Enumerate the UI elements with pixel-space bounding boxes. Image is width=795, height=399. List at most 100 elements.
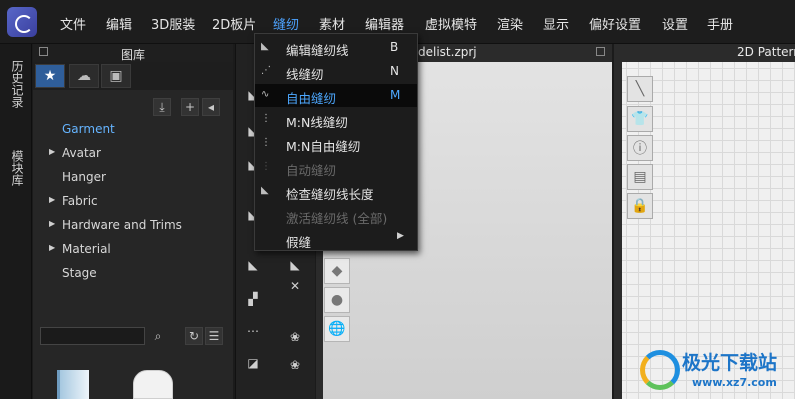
menu-item-label: 编辑缝纫线 (286, 43, 349, 58)
undock-icon[interactable] (596, 47, 605, 56)
tree-item-fabric[interactable]: ▶ Fabric (33, 192, 233, 212)
refresh-icon[interactable]: ↻ (185, 327, 203, 345)
library-title: 图库 (120, 48, 145, 62)
button-tool-icon[interactable]: ❀ (284, 356, 306, 374)
menu-materials[interactable]: 素材 (319, 14, 345, 33)
sewing-dropdown-menu: ◣ 编辑缝纫线 B ⋰ 线缝纫 N ∿ 自由缝纫 M ⋮ M:N线缝纫 ⋮ M:… (254, 33, 418, 251)
tree-item-label: Garment (62, 122, 115, 136)
watermark-logo-icon (640, 350, 680, 390)
seam-points-icon[interactable]: ⋯ (242, 322, 264, 340)
library-title-bar: 图库 (33, 44, 233, 62)
tree-item-label: Hanger (62, 170, 106, 184)
menu-item-free-sewing[interactable]: ∿ 自由缝纫 M (255, 84, 417, 107)
menu-item-label: 激活缝纫线 (全部) (286, 211, 388, 226)
watermark: 极光下载站 www.xz7.com (640, 346, 790, 396)
tool-icon[interactable]: ◣ (284, 256, 306, 274)
library-toolbar: ⤓ + ◂ (33, 96, 233, 120)
lock-icon[interactable]: 🔒 (627, 193, 653, 219)
menu-item-mn-segment-sewing[interactable]: ⋮ M:N线缝纫 (255, 108, 417, 131)
shirt-visibility-icon[interactable]: 👕 (627, 106, 653, 132)
menu-item-label: 线缝纫 (286, 67, 324, 82)
mn-segment-sewing-icon: ⋮ (261, 113, 271, 124)
watermark-url: www.xz7.com (692, 376, 777, 389)
info-icon[interactable]: ⓘ (627, 135, 653, 161)
tree-item-stage[interactable]: Stage (33, 264, 233, 284)
menu-item-tack[interactable]: 假缝 ▶ (255, 228, 417, 251)
segment-sewing-icon: ⋰ (261, 65, 271, 76)
list-view-icon[interactable]: ☰ (205, 327, 223, 345)
menu-item-auto-sewing: ⋮ 自动缝纫 (255, 156, 417, 179)
menu-item-check-seam-length[interactable]: ◣ 检查缝纫线长度 (255, 180, 417, 203)
menu-item-segment-sewing[interactable]: ⋰ 线缝纫 N (255, 60, 417, 83)
menu-editor[interactable]: 编辑器 (365, 14, 404, 33)
menu-item-edit-seam[interactable]: ◣ 编辑缝纫线 B (255, 36, 417, 59)
pattern-title: 2D Pattern (737, 45, 795, 59)
menu-item-label: M:N线缝纫 (286, 115, 348, 130)
menu-item-mn-free-sewing[interactable]: ⋮ M:N自由缝纫 (255, 132, 417, 155)
menu-file[interactable]: 文件 (60, 14, 86, 33)
add-icon[interactable]: + (181, 98, 199, 116)
tree-item-label: Hardware and Trims (62, 218, 182, 232)
expand-arrow-icon[interactable]: ▶ (49, 219, 55, 228)
fold-tool-icon[interactable]: ✕ (284, 277, 306, 295)
submenu-arrow-icon: ▶ (397, 231, 404, 241)
menu-sewing[interactable]: 缝纫 (273, 14, 299, 33)
fabric-visibility-icon[interactable]: ▤ (627, 164, 653, 190)
needle-tool-icon[interactable]: ╲ (627, 76, 653, 102)
menu-item-label: 自由缝纫 (286, 91, 337, 106)
pattern-left-bar (614, 62, 622, 399)
back-arrow-icon[interactable]: ◂ (202, 98, 220, 116)
expand-arrow-icon[interactable]: ▶ (49, 147, 55, 156)
pattern-piece-icon[interactable]: ▞ (242, 290, 264, 308)
viewport-title: delist.zprj (418, 45, 477, 59)
menu-item-label: 检查缝纫线长度 (286, 187, 374, 202)
sew-tool-icon[interactable]: ◪ (242, 354, 264, 372)
menu-render[interactable]: 渲染 (497, 14, 523, 33)
edit-seam-icon: ◣ (261, 41, 269, 52)
garment-thumbnail[interactable] (133, 370, 173, 399)
search-icon[interactable]: ⌕ (149, 327, 167, 345)
cloud-icon[interactable]: ☁ (69, 64, 99, 88)
tree-item-material[interactable]: ▶ Material (33, 240, 233, 260)
avatar-display-icon[interactable]: ● (324, 287, 350, 313)
watermark-name: 极光下载站 (682, 352, 778, 374)
menu-item-label: 假缝 (286, 235, 312, 250)
menu-item-label: M:N自由缝纫 (286, 139, 361, 154)
globe-icon[interactable]: 🌐 (324, 316, 350, 342)
bag-icon[interactable]: ▣ (101, 64, 131, 88)
library-panel: 图库 ★ ☁ ▣ ⤓ + ◂ Garment ▶ Avatar Hanger ▶… (33, 44, 233, 399)
favorites-star-icon[interactable]: ★ (35, 64, 65, 88)
menu-avatar[interactable]: 虚拟模特 (425, 14, 477, 33)
folder-thumbnail[interactable] (57, 370, 89, 399)
menu-preferences[interactable]: 偏好设置 (589, 14, 641, 33)
auto-sewing-icon: ⋮ (261, 161, 271, 172)
menu-manual[interactable]: 手册 (707, 14, 733, 33)
library-search-input[interactable] (40, 327, 145, 345)
menu-item-label: 自动缝纫 (286, 163, 337, 178)
tab-module-library[interactable]: 模块库 (9, 150, 26, 186)
expand-arrow-icon[interactable]: ▶ (49, 243, 55, 252)
tree-item-label: Stage (62, 266, 97, 280)
menu-edit[interactable]: 编辑 (106, 14, 132, 33)
check-seam-length-icon: ◣ (261, 185, 269, 196)
app-logo[interactable] (7, 7, 37, 37)
download-icon[interactable]: ⤓ (153, 98, 171, 116)
tree-item-avatar[interactable]: ▶ Avatar (33, 144, 233, 164)
tree-item-hardware-and-trims[interactable]: ▶ Hardware and Trims (33, 216, 233, 236)
tree-item-hanger[interactable]: Hanger (33, 168, 233, 188)
free-sewing-icon: ∿ (261, 89, 270, 100)
shortcut-key: M (390, 88, 401, 102)
menu-settings[interactable]: 设置 (662, 14, 688, 33)
menu-3d-garment[interactable]: 3D服装 (151, 14, 195, 33)
tree-item-garment[interactable]: Garment (33, 120, 233, 140)
expand-arrow-icon[interactable]: ▶ (49, 195, 55, 204)
side-tab-strip: 历史记录 模块库 (0, 44, 32, 399)
tab-history[interactable]: 历史记录 (9, 60, 26, 108)
surface-display-icon[interactable]: ◆ (324, 258, 350, 284)
sew-tool-icon[interactable]: ◣ (242, 256, 264, 274)
menu-2d-pattern[interactable]: 2D板片 (212, 14, 256, 33)
menu-display[interactable]: 显示 (543, 14, 569, 33)
library-tabs: ★ ☁ ▣ (33, 62, 233, 90)
shortcut-key: B (390, 40, 399, 54)
button-tool-icon[interactable]: ❀ (284, 328, 306, 346)
